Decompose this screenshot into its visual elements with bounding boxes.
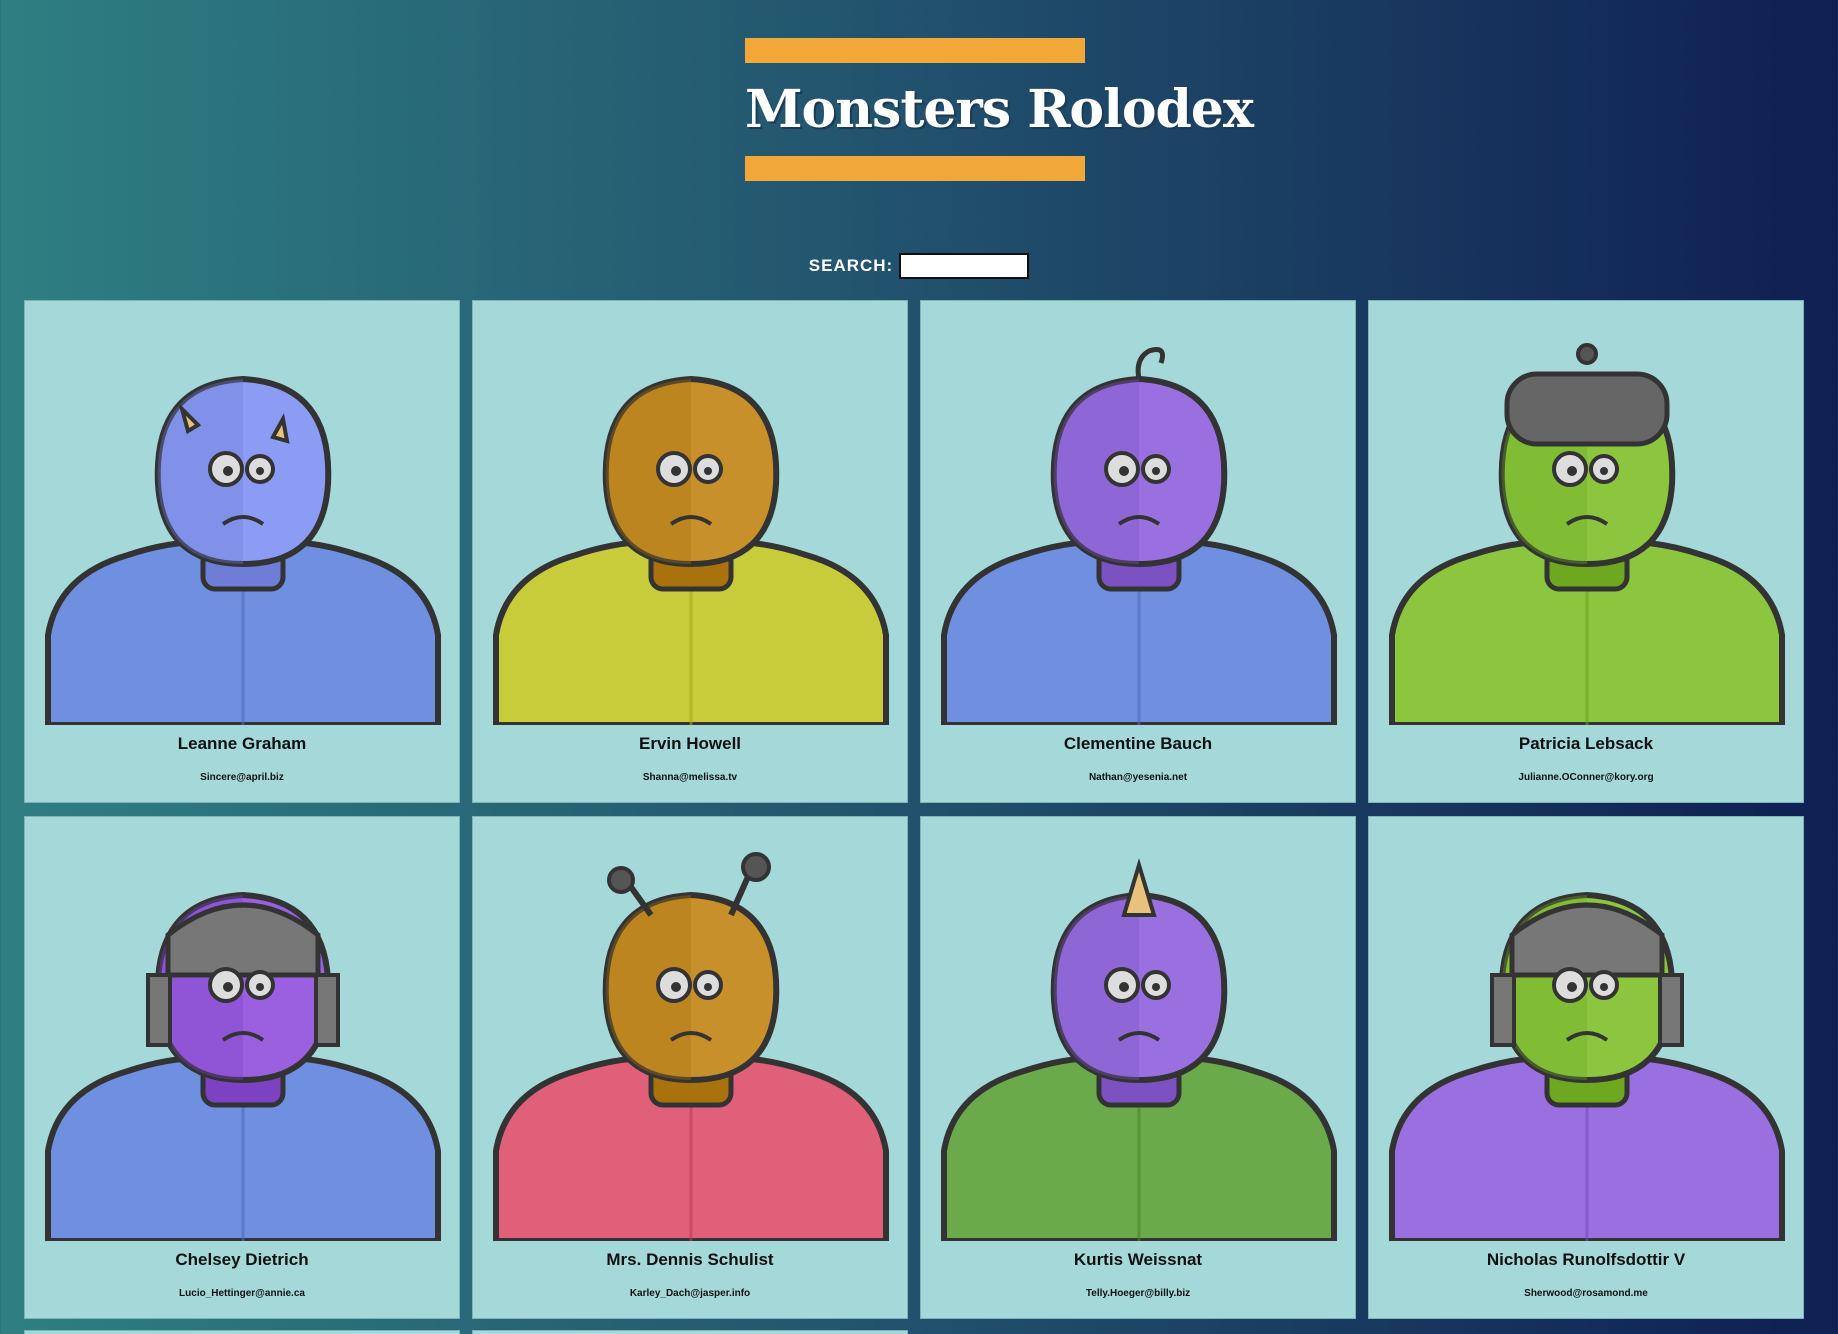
monster-card[interactable]: Patricia Lebsack Julianne.OConner@kory.or… [1368,300,1804,803]
monster-card[interactable]: Chelsey Dietrich Lucio_Hettinger@annie.ca [24,816,460,1319]
monster-name: Clementine Bauch [1063,734,1213,753]
card-partial [472,1330,908,1334]
search-label: SEARCH: [808,256,894,275]
monster-email: Sherwood@rosamond.me [1524,1288,1648,1299]
search-bar: SEARCH: [0,253,1838,281]
antenna-monster-icon [486,835,896,1241]
monster-name: Ervin Howell [638,734,742,753]
monster-name: Chelsey Dietrich [175,1250,309,1269]
monster-name: Kurtis Weissnat [1073,1250,1203,1269]
horned-monster-icon [38,319,448,725]
monster-email: Karley_Dach@jasper.info [629,1288,751,1299]
logo-top-stripe [745,38,1085,63]
robot-helmet-monster-icon [38,835,448,1241]
monster-card[interactable]: Leanne Graham Sincere@april.biz [24,300,460,803]
monster-email: Nathan@yesenia.net [1088,772,1188,783]
monster-name: Leanne Graham [177,734,307,753]
monster-card[interactable]: Clementine Bauch Nathan@yesenia.net [920,300,1356,803]
monster-name: Patricia Lebsack [1518,734,1654,753]
logo-bottom-stripe [745,156,1085,181]
monster-email: Lucio_Hettinger@annie.ca [179,1288,305,1299]
monster-card[interactable]: Nicholas Runolfsdottir V Sherwood@rosamon… [1368,816,1804,1319]
three-eyed-monster-icon [934,319,1344,725]
grinning-monster-icon [486,319,896,725]
page-title: Monsters Rolodex [745,79,1254,140]
monster-name: Mrs. Dennis Schulist [606,1250,774,1269]
card-partial [24,1330,460,1334]
monster-email: Julianne.OConner@kory.org [1518,772,1654,783]
monster-email: Sincere@april.biz [200,772,284,783]
search-input[interactable] [899,253,1030,279]
monster-name: Nicholas Runolfsdottir V [1486,1250,1686,1269]
app-logo: Monsters Rolodex [745,38,1254,181]
monster-card[interactable]: Ervin Howell Shanna@melissa.tv [472,300,908,803]
helmet-monster-icon [1382,319,1792,725]
monster-email: Shanna@melissa.tv [642,772,738,783]
green-robot-monster-icon [1382,835,1792,1241]
monster-card[interactable]: Kurtis Weissnat Telly.Hoeger@billy.biz [920,816,1356,1319]
monster-email: Telly.Hoeger@billy.biz [1085,1288,1191,1299]
monster-card[interactable]: Mrs. Dennis Schulist Karley_Dach@jasper.i… [472,816,908,1319]
unicorn-monster-icon [934,835,1344,1241]
